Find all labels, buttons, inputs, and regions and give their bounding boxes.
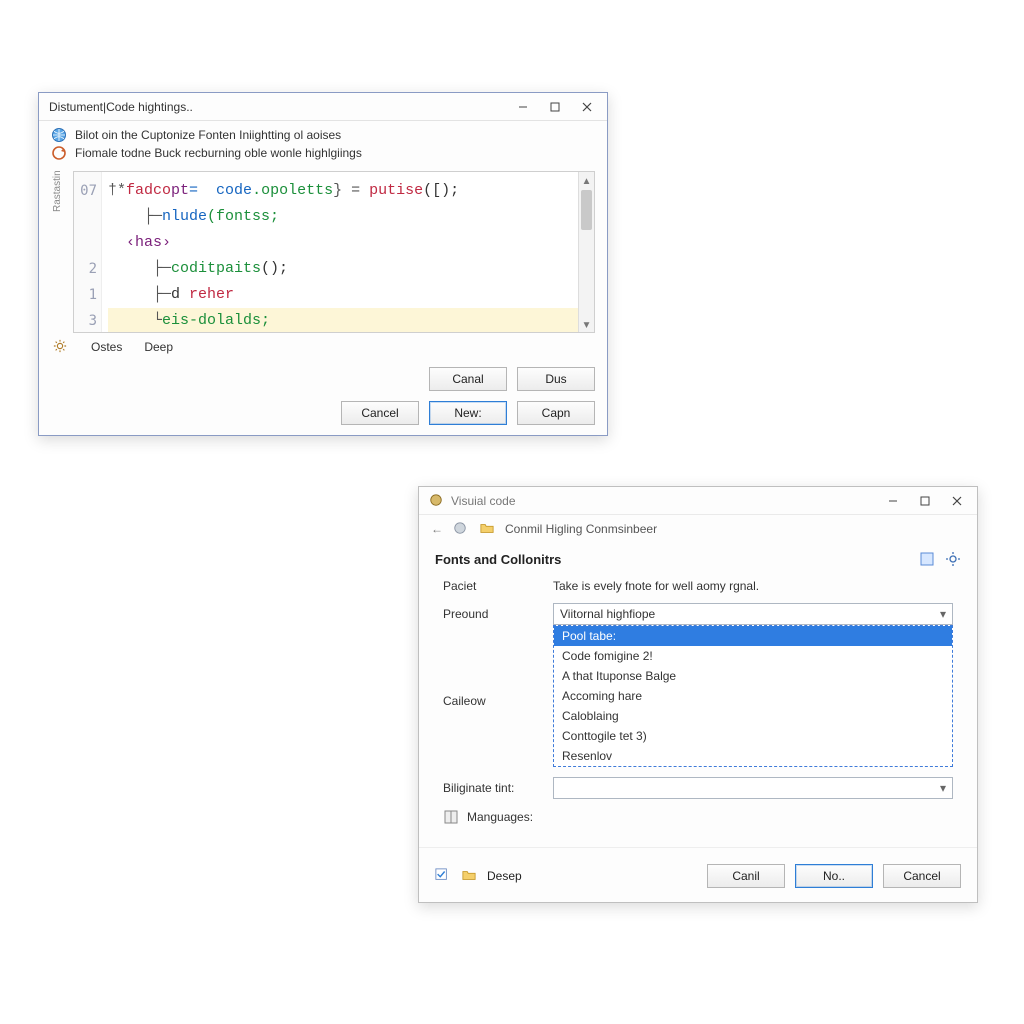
new-button[interactable]: New: — [429, 401, 507, 425]
hint-text-1: Bilot oin the Cuptonize Fonten Iniightti… — [75, 128, 341, 142]
cancel-button[interactable]: Cancel — [883, 864, 961, 888]
no-button[interactable]: No.. — [795, 864, 873, 888]
maximize-button[interactable] — [539, 96, 571, 118]
app-icon — [429, 493, 445, 509]
cancel-button[interactable]: Cancel — [341, 401, 419, 425]
hint-text-2: Fiomale todne Buck recburning oble wonle… — [75, 146, 362, 160]
paciet-text: Take is evely fnote for well aomy rgnal. — [553, 579, 953, 593]
minimize-button[interactable] — [877, 490, 909, 512]
dropdown-option[interactable]: Accoming hare — [554, 686, 952, 706]
breadcrumb-bar: ← Conmil Higling Conmsinbeer — [419, 515, 977, 543]
scroll-thumb[interactable] — [581, 190, 592, 230]
section-title: Fonts and Collonitrs — [435, 552, 561, 567]
capn-button[interactable]: Capn — [517, 401, 595, 425]
fonts-colors-dialog: Visuial code ← Conmil Higling Conmsinbee… — [418, 486, 978, 903]
refresh-icon — [51, 145, 67, 161]
maximize-button[interactable] — [909, 490, 941, 512]
rotated-label: Rastastin — [52, 170, 63, 212]
dus-button[interactable]: Dus — [517, 367, 595, 391]
checkbox-icon[interactable] — [435, 868, 451, 884]
canal-button[interactable]: Canal — [429, 367, 507, 391]
caieow-dropdown[interactable]: Pool tabe: Code fomigine 2! A that Itupo… — [553, 625, 953, 767]
close-button[interactable] — [571, 96, 603, 118]
dropdown-option[interactable]: Caloblaing — [554, 706, 952, 726]
section-header: Fonts and Collonitrs — [419, 543, 977, 571]
gear-icon[interactable] — [945, 551, 961, 567]
minimize-button[interactable] — [507, 96, 539, 118]
preound-value: Viitornal highfiope — [560, 607, 655, 621]
code-highlight-dialog: Distument|Code hightings.. Bilot oin the… — [38, 92, 608, 436]
titlebar[interactable]: Distument|Code hightings.. — [39, 93, 607, 121]
caieow-label: Caileow — [443, 694, 539, 708]
folder-icon[interactable] — [479, 521, 495, 537]
manguages-label: Manguages: — [467, 810, 533, 824]
vertical-scrollbar[interactable]: ▴ ▾ — [578, 172, 594, 332]
ostes-link[interactable]: Ostes — [91, 340, 122, 354]
biliginate-label: Biliginate tint: — [443, 781, 539, 795]
preound-label: Preound — [443, 607, 539, 621]
dropdown-option[interactable]: A that Ituponse Balge — [554, 666, 952, 686]
chevron-down-icon: ▾ — [940, 607, 946, 621]
dropdown-option[interactable]: Code fomigine 2! — [554, 646, 952, 666]
preound-combo[interactable]: Viitornal highfiope ▾ — [553, 603, 953, 625]
desep-link[interactable]: Desep — [487, 869, 522, 883]
line-gutter: 07 2 1 3 — [74, 172, 102, 332]
hint-row-2: Fiomale todne Buck recburning oble wonle… — [39, 145, 607, 163]
biliginate-combo[interactable]: ▾ — [553, 777, 953, 799]
palette-icon[interactable] — [919, 551, 935, 567]
globe-icon — [51, 127, 67, 143]
back-icon[interactable]: ← — [431, 522, 443, 536]
folder-icon[interactable] — [461, 868, 477, 884]
code-area[interactable]: †*fadcopt= code.opoletts} = putise([); ├… — [102, 172, 594, 332]
window-title: Visuial code — [445, 494, 877, 508]
titlebar[interactable]: Visuial code — [419, 487, 977, 515]
dropdown-option[interactable]: Resenlov — [554, 746, 952, 766]
close-button[interactable] — [941, 490, 973, 512]
dialog-footer: Desep Canil No.. Cancel — [419, 847, 977, 902]
globe-icon — [453, 521, 469, 537]
gear-icon[interactable] — [53, 339, 69, 355]
scroll-down-icon[interactable]: ▾ — [579, 316, 594, 332]
hint-row-1: Bilot oin the Cuptonize Fonten Iniightti… — [39, 121, 607, 145]
dropdown-option[interactable]: Conttogile tet 3) — [554, 726, 952, 746]
window-title: Distument|Code hightings.. — [49, 100, 507, 114]
paciet-label: Paciet — [443, 579, 539, 593]
code-preview: Rastastin 07 2 1 3 †*fadcopt= code.opole… — [73, 171, 595, 333]
chevron-down-icon: ▾ — [940, 781, 946, 795]
deep-link[interactable]: Deep — [144, 340, 173, 354]
scroll-up-icon[interactable]: ▴ — [579, 172, 594, 188]
book-icon — [443, 809, 459, 825]
dropdown-option[interactable]: Pool tabe: — [554, 626, 952, 646]
breadcrumb-text[interactable]: Conmil Higling Conmsinbeer — [505, 522, 657, 536]
canil-button[interactable]: Canil — [707, 864, 785, 888]
